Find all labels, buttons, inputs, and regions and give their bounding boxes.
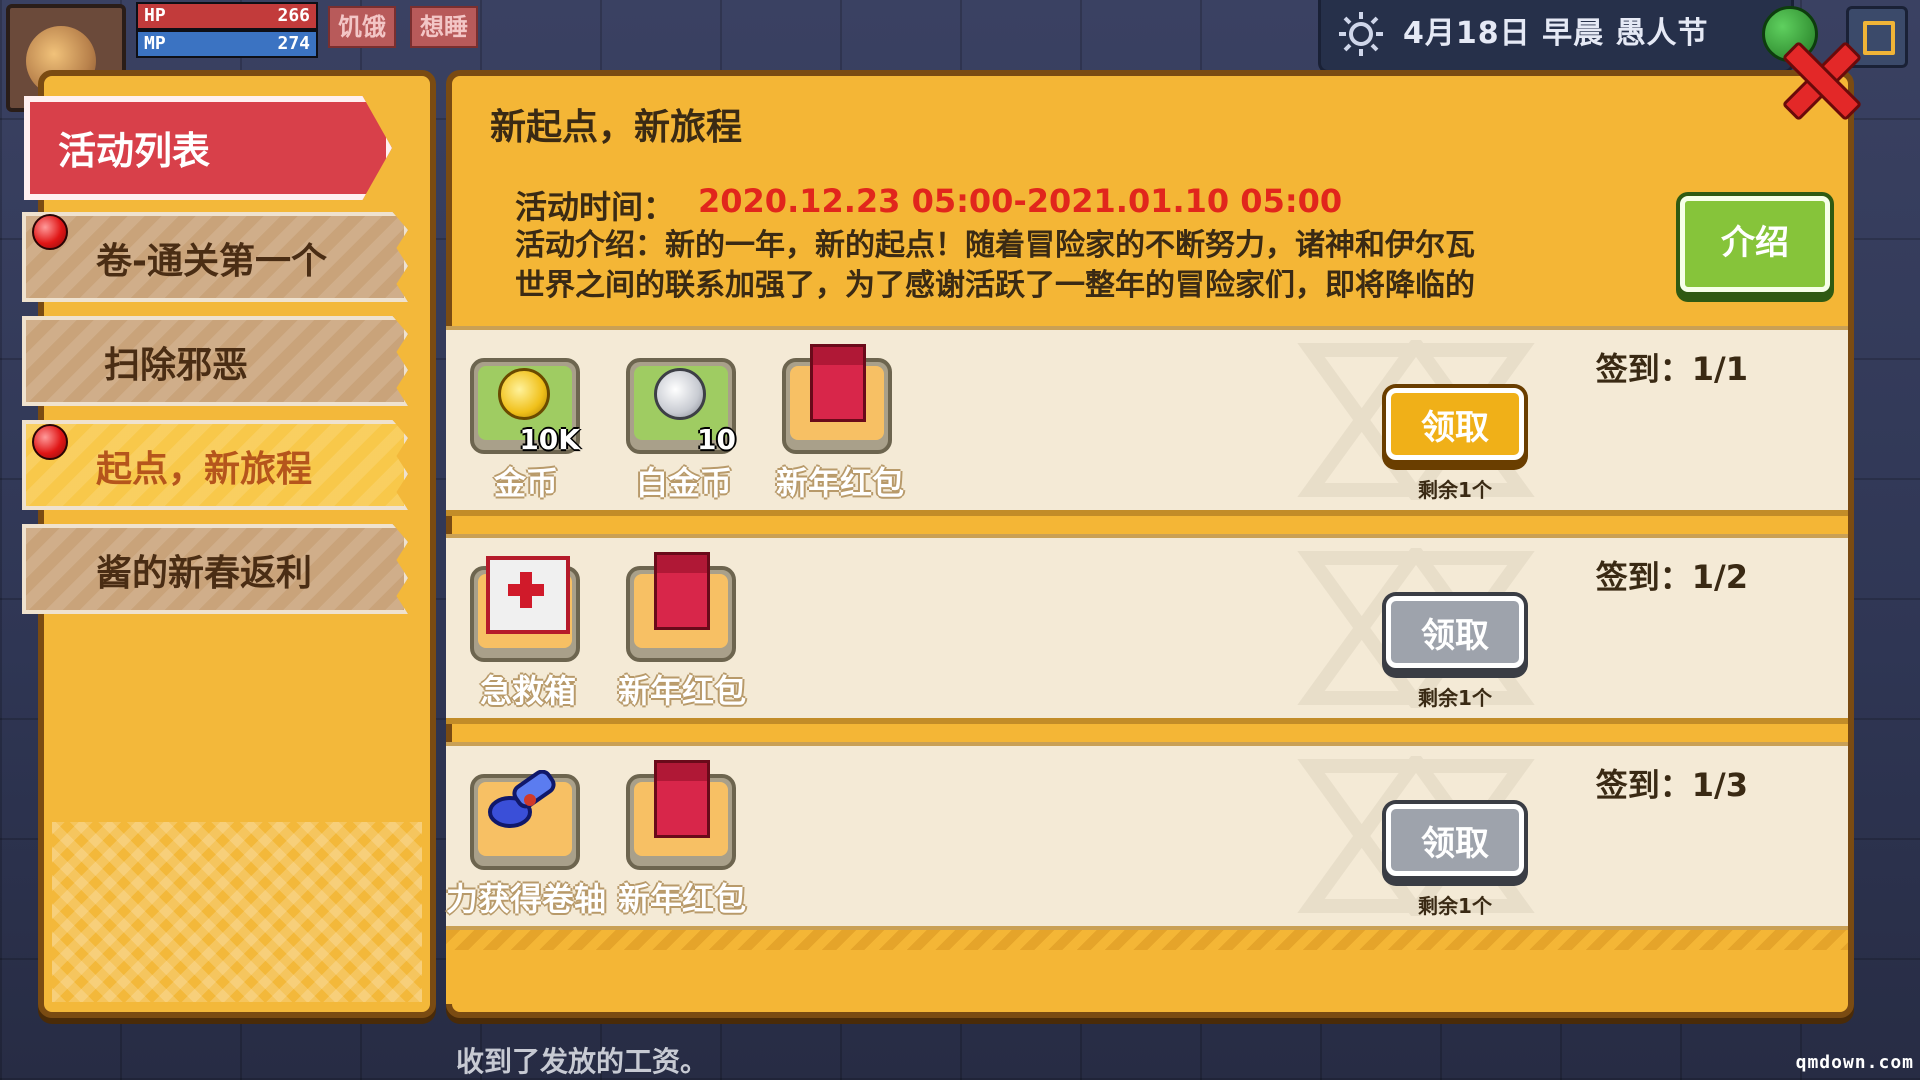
claim-button[interactable]: 领取: [1386, 388, 1524, 460]
claim-button-label: 领取: [1421, 408, 1489, 448]
mp-value: 274: [277, 33, 310, 54]
remaining-count: 剩余1个: [1418, 894, 1492, 918]
reward-slot[interactable]: 10: [626, 358, 736, 456]
mp-bar: MP 274: [136, 30, 318, 58]
activity-item-4[interactable]: 酱的新春返利: [22, 524, 408, 614]
reward-row-3: 力获得卷轴 新年红包 签到：1/3 领取 剩余1个: [446, 742, 1848, 932]
event-description[interactable]: 活动介绍：新的一年，新的起点！随着冒险家的不断努力，诸神和伊尔瓦 世界之间的联系…: [515, 226, 1645, 306]
site-watermark: qmdown.com: [1795, 1052, 1914, 1073]
claim-button-label: 领取: [1421, 824, 1489, 864]
activity-list-title: 活动列表: [58, 129, 211, 173]
claim-button[interactable]: 领取: [1386, 596, 1524, 668]
date-time-bar: 4月18日 早晨 愚人节: [1318, 0, 1794, 73]
item-name: 力获得卷轴: [446, 880, 607, 918]
reward-slot[interactable]: [626, 552, 736, 662]
red-envelope-icon: [654, 552, 710, 630]
event-time-value: 2020.12.23 05:00-2021.01.10 05:00: [698, 182, 1343, 220]
intro-button-label: 介绍: [1721, 223, 1789, 263]
activity-item-label: 酱的新春返利: [96, 553, 313, 594]
remaining-count: 剩余1个: [1418, 686, 1492, 710]
activity-item-label: 扫除邪恶: [104, 345, 249, 386]
activity-item-3[interactable]: 起点，新旅程: [22, 420, 408, 510]
item-name: 金币: [494, 464, 559, 502]
item-quantity: 10: [697, 423, 736, 456]
gold-coin-icon: [498, 368, 550, 420]
hp-label: HP: [144, 5, 166, 26]
zigzag-decoration: [446, 930, 1848, 950]
item-name: 白金币: [636, 464, 733, 502]
mp-label: MP: [144, 33, 166, 54]
sun-icon: [1339, 12, 1383, 56]
platinum-coin-icon: [654, 368, 706, 420]
event-description-line: 活动介绍：新的一年，新的起点！随着冒险家的不断努力，诸神和伊尔瓦: [515, 228, 1475, 263]
panel-pattern: [52, 822, 422, 1002]
reward-slot[interactable]: [470, 770, 580, 870]
system-message: 收到了发放的工资。: [456, 1045, 709, 1078]
status-hungry: 饥饿: [328, 6, 396, 48]
close-icon[interactable]: [1782, 40, 1852, 116]
sign-in-count: 签到：1/3: [1595, 766, 1748, 804]
reward-slot[interactable]: [782, 344, 892, 454]
item-name: 新年红包: [776, 464, 905, 502]
item-name: 新年红包: [618, 880, 747, 918]
activity-list-header: 活动列表: [24, 96, 392, 200]
remaining-count: 剩余1个: [1418, 478, 1492, 502]
notification-dot-icon: [32, 214, 68, 250]
claim-button-label: 领取: [1421, 616, 1489, 656]
notification-dot-icon: [32, 424, 68, 460]
sign-in-count: 签到：1/2: [1595, 558, 1748, 596]
reward-row-2: 急救箱 新年红包 签到：1/2 领取 剩余1个: [446, 534, 1848, 724]
reward-slot[interactable]: [470, 556, 580, 662]
activity-item-2[interactable]: 扫除邪恶: [22, 316, 408, 406]
claim-button[interactable]: 领取: [1386, 804, 1524, 876]
date-text: 4月18日 早晨 愚人节: [1403, 16, 1709, 51]
item-quantity: 10K: [519, 423, 580, 456]
reward-slot[interactable]: 10K: [470, 358, 580, 456]
reward-row-1: 10K 金币 10 白金币 新年红包 签到：1/1 领取 剩余1个: [446, 326, 1848, 516]
panel-bottom-strip: [446, 926, 1848, 1004]
activity-item-label: 起点，新旅程: [96, 449, 313, 490]
item-name: 新年红包: [618, 672, 747, 710]
activity-item-label: 卷-通关第一个: [96, 241, 327, 282]
reward-slot[interactable]: [626, 760, 736, 870]
activity-item-1[interactable]: 卷-通关第一个: [22, 212, 408, 302]
hp-value: 266: [277, 5, 310, 26]
sign-in-count: 签到：1/1: [1595, 350, 1748, 388]
intro-button[interactable]: 介绍: [1680, 196, 1830, 292]
red-envelope-icon: [654, 760, 710, 838]
event-title: 新起点，新旅程: [490, 107, 743, 148]
first-aid-kit-icon: [486, 556, 570, 634]
scroll-icon: [488, 770, 556, 828]
red-envelope-icon: [810, 344, 866, 422]
status-sleepy: 想睡: [410, 6, 478, 48]
event-time-label: 活动时间：: [515, 188, 676, 226]
event-description-line: 世界之间的联系加强了，为了感谢活跃了一整年的冒险家们，即将降临的: [515, 268, 1475, 303]
hp-bar: HP 266: [136, 2, 318, 30]
item-name: 急救箱: [480, 672, 577, 710]
